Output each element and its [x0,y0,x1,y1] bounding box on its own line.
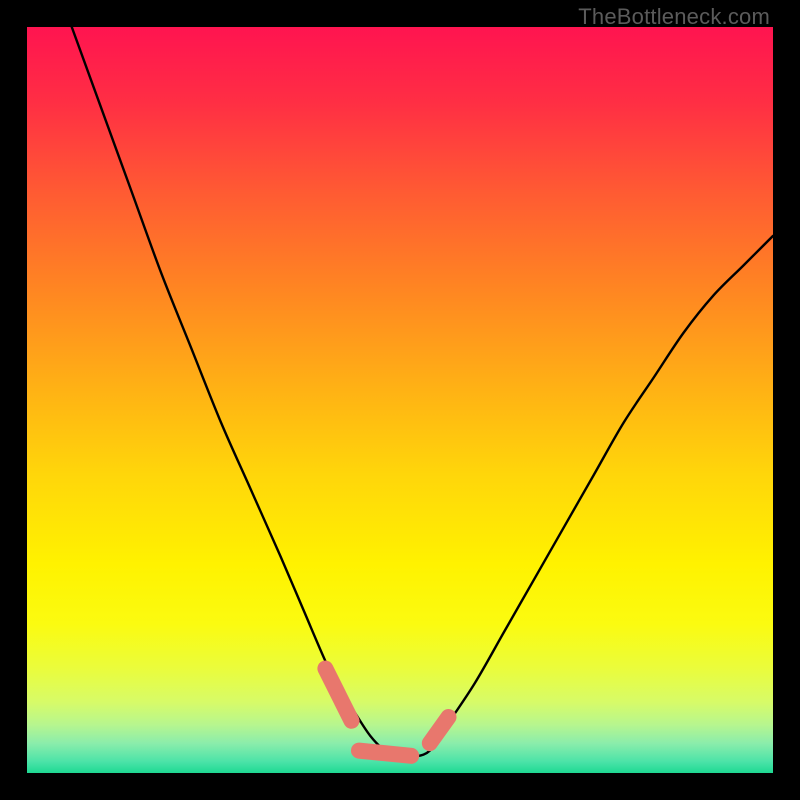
right-ascending-marker [430,717,449,743]
curve-layer [27,27,773,773]
watermark-text: TheBottleneck.com [578,4,770,30]
bottleneck-curve [72,27,773,757]
plot-area [27,27,773,773]
left-descending-marker [325,669,351,721]
chart-frame: TheBottleneck.com [0,0,800,800]
bottom-flat-marker [359,751,411,756]
